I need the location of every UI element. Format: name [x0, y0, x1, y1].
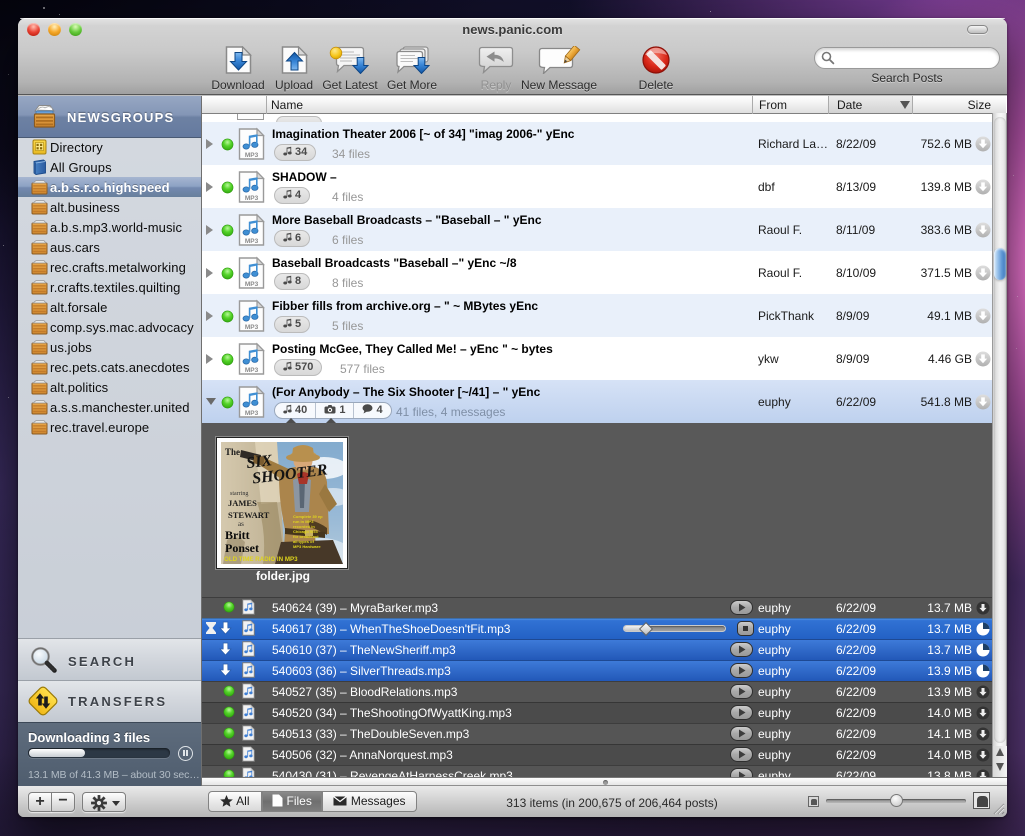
svg-text:MP3: MP3 [245, 410, 259, 417]
svg-text:MP3: MP3 [245, 281, 259, 288]
svg-text:MP3: MP3 [245, 367, 259, 374]
svg-text:MP3: MP3 [245, 238, 259, 245]
svg-text:STEWART: STEWART [228, 510, 270, 520]
svg-text:MP3: MP3 [245, 324, 259, 331]
svg-text:MP3 Hardware: MP3 Hardware [293, 544, 321, 549]
svg-text:JAMES: JAMES [228, 498, 257, 508]
svg-text:The: The [225, 447, 240, 457]
svg-text:as: as [238, 520, 244, 528]
svg-text:Ponset: Ponset [225, 541, 259, 555]
svg-text:Britt: Britt [225, 528, 250, 542]
svg-text:MP3: MP3 [245, 195, 259, 202]
svg-text:MP3: MP3 [245, 152, 259, 159]
svg-text:OLD TIME RADIO IN MP3: OLD TIME RADIO IN MP3 [224, 556, 298, 563]
svg-text:starring: starring [230, 491, 248, 497]
